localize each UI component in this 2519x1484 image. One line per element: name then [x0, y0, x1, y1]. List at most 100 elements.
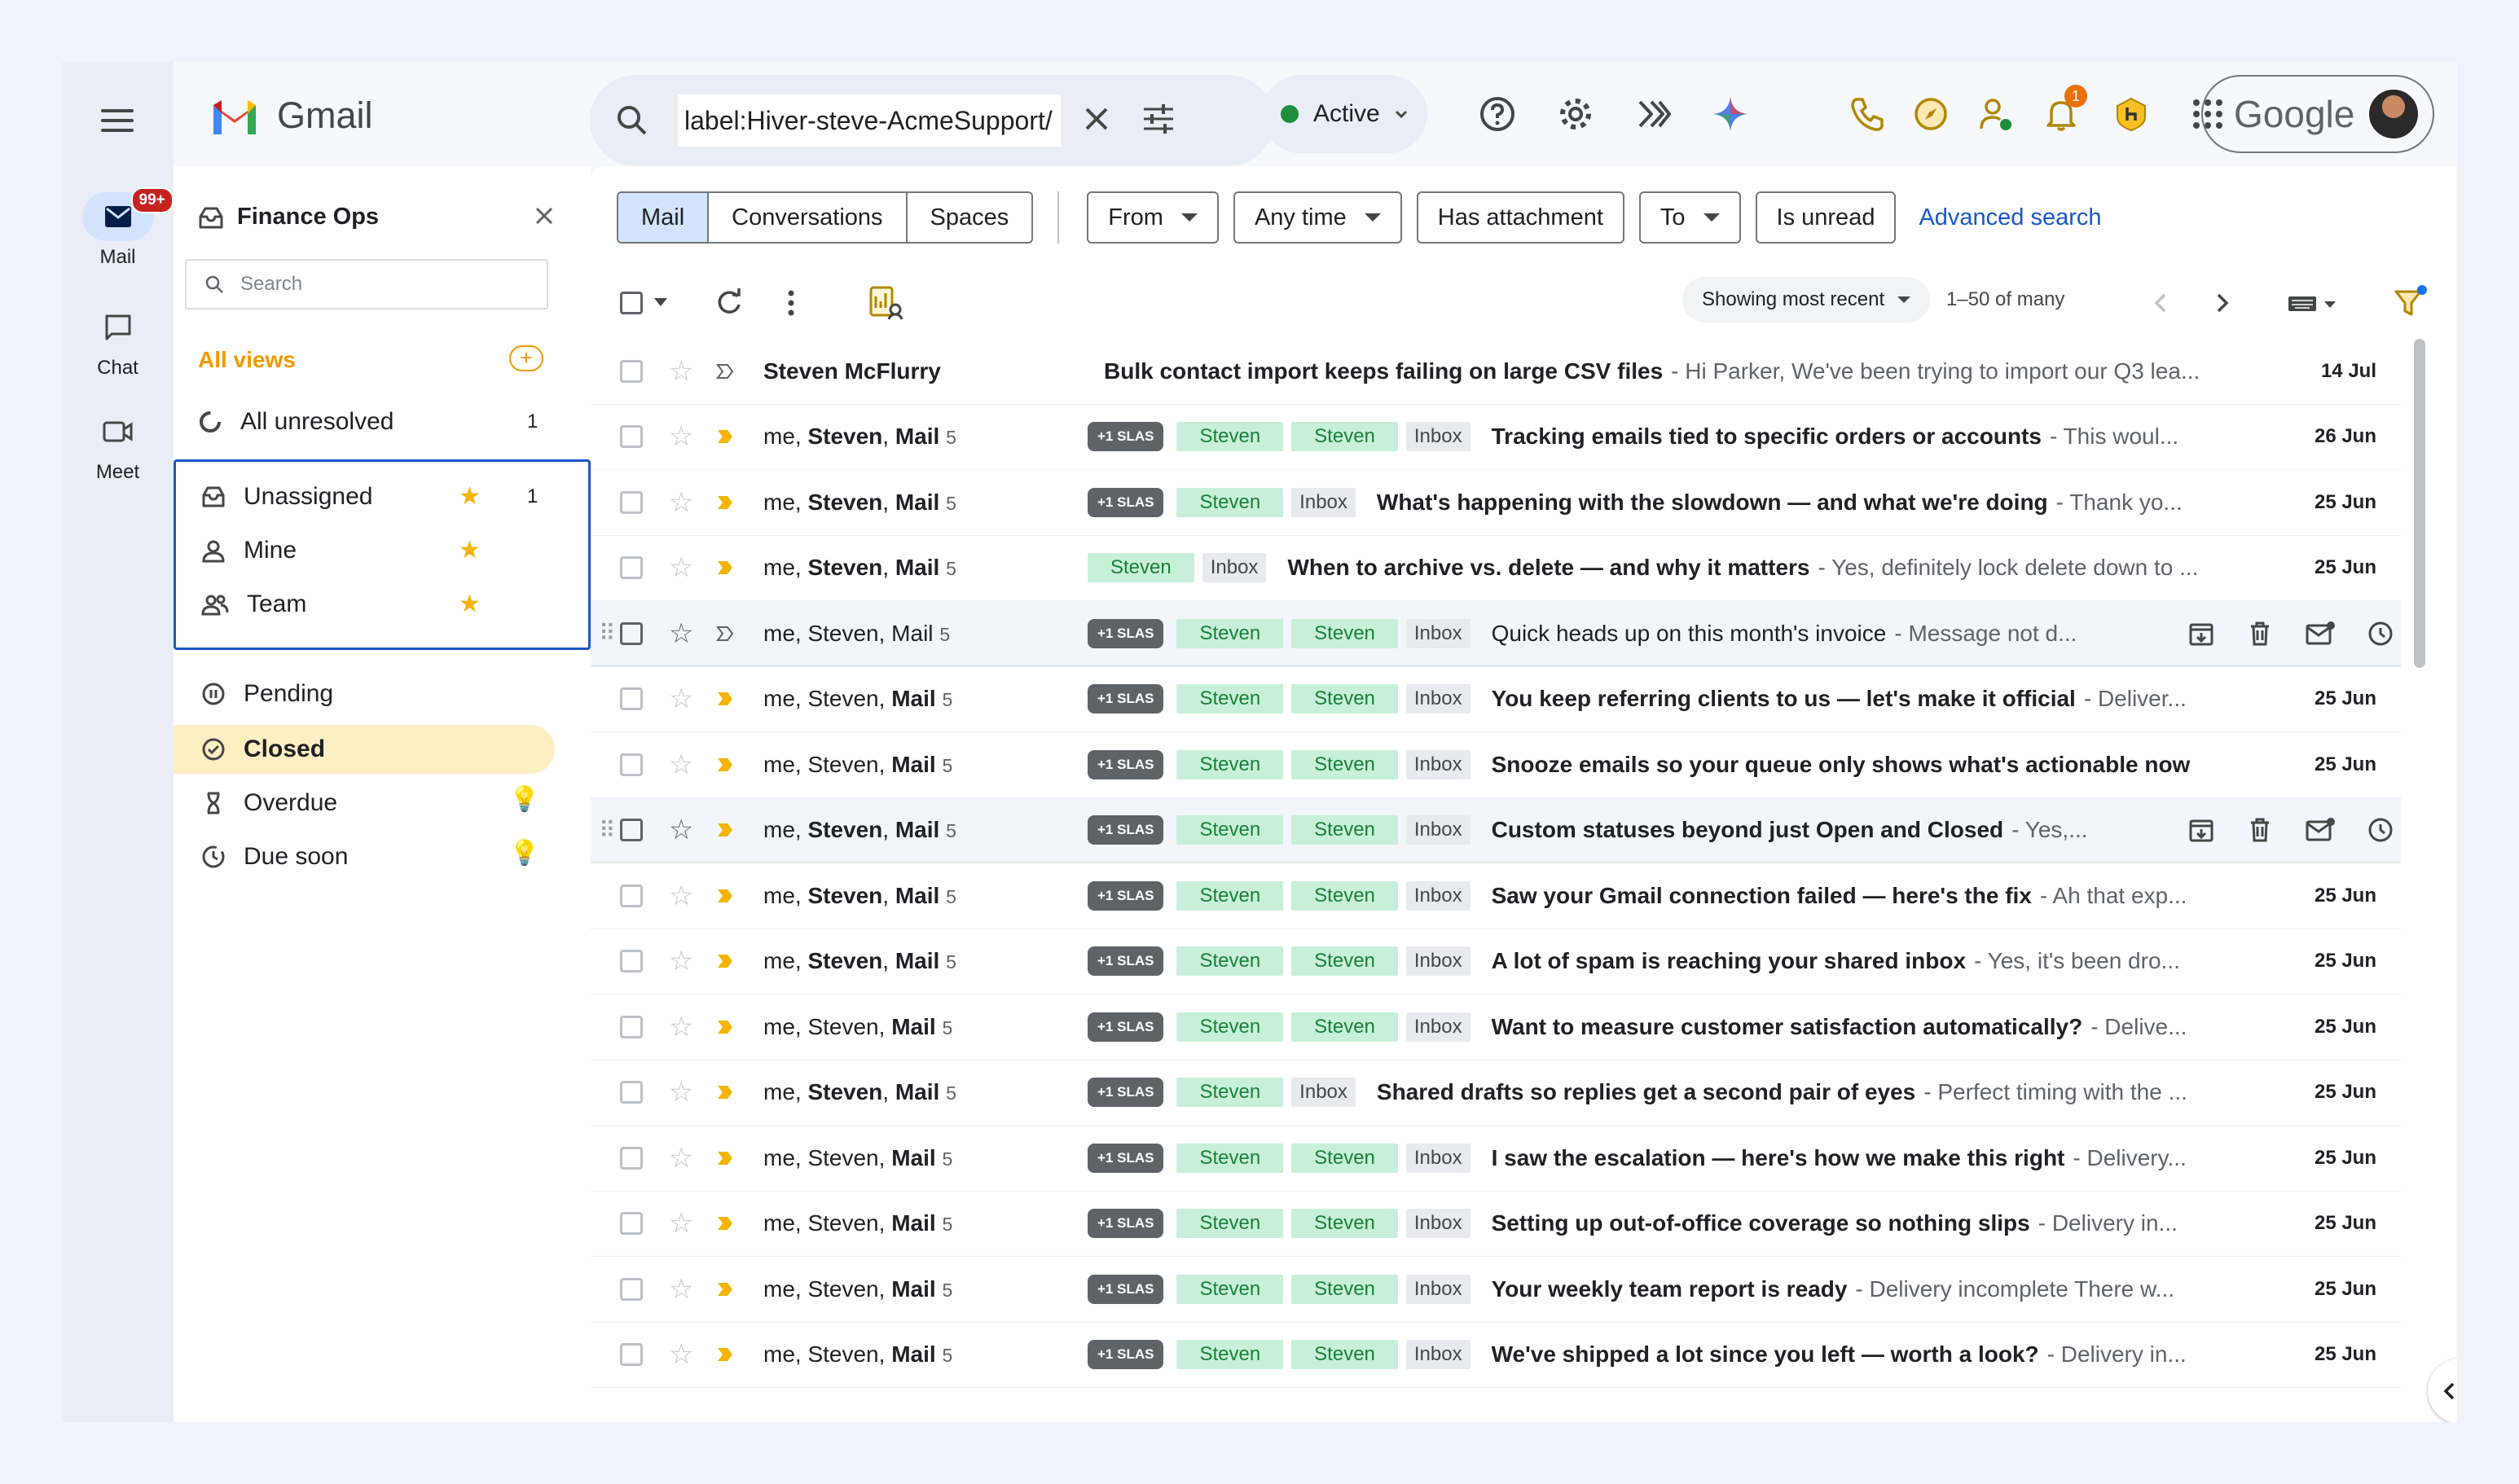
- sla-badge[interactable]: +1 SLAS: [1088, 1209, 1164, 1239]
- clear-search-icon[interactable]: [1080, 103, 1113, 135]
- gemini-sparkle-icon[interactable]: [1711, 94, 1750, 134]
- inbox-label[interactable]: Inbox: [1405, 1209, 1471, 1239]
- assignee-label[interactable]: Steven: [1176, 880, 1284, 911]
- star-icon[interactable]: ☆: [669, 617, 693, 650]
- assignee-label[interactable]: Steven: [1176, 1340, 1284, 1370]
- scope-mail[interactable]: Mail: [618, 193, 710, 242]
- main-menu-icon[interactable]: [98, 103, 137, 135]
- sla-badge[interactable]: +1 SLAS: [1088, 1012, 1164, 1042]
- drag-handle-icon[interactable]: ⠿: [599, 817, 615, 844]
- star-icon[interactable]: ☆: [669, 420, 693, 453]
- settings-gear-icon[interactable]: [1556, 94, 1595, 134]
- row-checkbox[interactable]: [620, 1146, 643, 1170]
- refresh-icon[interactable]: [713, 287, 745, 319]
- sla-badge[interactable]: +1 SLAS: [1088, 487, 1164, 517]
- assignee-label[interactable]: Steven: [1176, 815, 1284, 845]
- row-checkbox[interactable]: [620, 884, 643, 907]
- row-checkbox[interactable]: [620, 359, 643, 383]
- row-checkbox[interactable]: [620, 1081, 643, 1104]
- important-marker-icon[interactable]: [716, 1019, 734, 1035]
- assignee-label[interactable]: Steven: [1176, 1209, 1284, 1239]
- integrations-icon[interactable]: [1634, 94, 1673, 134]
- assignee-label[interactable]: Steven: [1291, 815, 1398, 845]
- assignee-label[interactable]: Steven: [1291, 618, 1398, 648]
- filter-to[interactable]: To: [1638, 191, 1741, 244]
- assignee-label[interactable]: Steven: [1176, 684, 1284, 714]
- row-checkbox[interactable]: [620, 950, 643, 973]
- email-row[interactable]: ☆ me, Steven, Mail 5 +1 SLAS Steven Steven In…: [591, 1126, 2401, 1192]
- star-icon[interactable]: ☆: [669, 945, 693, 977]
- row-checkbox[interactable]: [620, 1015, 643, 1038]
- assignee-label[interactable]: Steven: [1291, 880, 1398, 911]
- close-icon[interactable]: [532, 204, 556, 228]
- snooze-clock-icon[interactable]: [2367, 816, 2394, 844]
- inbox-label[interactable]: Inbox: [1405, 815, 1471, 845]
- drag-handle-icon[interactable]: ⠿: [599, 620, 615, 647]
- mark-read-mail-icon[interactable]: [2305, 816, 2336, 844]
- rail-chat[interactable]: Chat: [62, 303, 174, 380]
- scope-conversations[interactable]: Conversations: [709, 193, 908, 242]
- star-icon[interactable]: ☆: [669, 814, 693, 846]
- assign-report-icon[interactable]: [868, 285, 903, 321]
- inbox-label[interactable]: Inbox: [1291, 1078, 1356, 1108]
- panel-search-field[interactable]: Search: [185, 259, 548, 310]
- assignee-label[interactable]: Steven: [1176, 1274, 1284, 1304]
- gmail-logo[interactable]: Gmail: [210, 94, 373, 137]
- compass-icon[interactable]: [1911, 94, 1950, 134]
- inbox-label[interactable]: Inbox: [1405, 422, 1471, 452]
- view-all-unresolved[interactable]: All unresolved 1: [198, 399, 538, 445]
- important-marker-icon[interactable]: [716, 757, 734, 773]
- important-marker-icon[interactable]: [716, 363, 734, 380]
- assignee-label[interactable]: Steven: [1291, 1012, 1398, 1042]
- filter-is-unread[interactable]: Is unread: [1755, 191, 1897, 244]
- contact-status-icon[interactable]: [1976, 94, 2016, 134]
- add-view-button[interactable]: +: [509, 345, 543, 371]
- help-icon[interactable]: [1478, 94, 1517, 134]
- important-marker-icon[interactable]: [716, 822, 734, 838]
- all-views-heading[interactable]: All views: [198, 347, 296, 373]
- filter-from[interactable]: From: [1087, 191, 1219, 244]
- input-tools-keyboard-icon[interactable]: [2287, 293, 2339, 314]
- email-row[interactable]: ⠿ ☆ me, Steven, Mail 5 +1 SLAS Steven Steven I…: [591, 797, 2401, 863]
- phone-icon[interactable]: [1848, 94, 1887, 134]
- sla-badge[interactable]: +1 SLAS: [1088, 422, 1164, 452]
- favorite-star-icon[interactable]: ★: [459, 536, 481, 564]
- star-icon[interactable]: ☆: [669, 1338, 693, 1371]
- sla-badge[interactable]: +1 SLAS: [1088, 1143, 1164, 1173]
- next-page-icon[interactable]: [2212, 290, 2231, 316]
- row-checkbox[interactable]: [620, 753, 643, 776]
- sla-badge[interactable]: +1 SLAS: [1088, 1078, 1164, 1108]
- view-due-soon[interactable]: Due soon: [201, 834, 348, 880]
- view-team[interactable]: Team: [201, 582, 306, 627]
- inbox-label[interactable]: Inbox: [1405, 1274, 1471, 1304]
- mark-read-mail-icon[interactable]: [2305, 620, 2336, 648]
- important-marker-icon[interactable]: [716, 494, 734, 511]
- assignee-label[interactable]: Steven: [1176, 487, 1284, 517]
- inbox-label[interactable]: Inbox: [1202, 553, 1267, 583]
- email-row[interactable]: ☆ me, Steven, Mail 5 +1 SLAS Steven Inbox Sha…: [591, 1060, 2401, 1126]
- star-icon[interactable]: ☆: [669, 749, 693, 781]
- search-input[interactable]: [678, 94, 1061, 147]
- star-icon[interactable]: ☆: [669, 551, 693, 584]
- advanced-search-link[interactable]: Advanced search: [1919, 204, 2101, 231]
- inbox-label[interactable]: Inbox: [1405, 946, 1471, 977]
- snooze-clock-icon[interactable]: [2367, 620, 2394, 648]
- assignee-label[interactable]: Steven: [1176, 422, 1284, 452]
- inbox-label[interactable]: Inbox: [1405, 880, 1471, 911]
- star-icon[interactable]: ☆: [669, 1273, 693, 1306]
- rail-meet[interactable]: Meet: [62, 407, 174, 484]
- row-checkbox[interactable]: [620, 1277, 643, 1301]
- favorite-star-icon[interactable]: ★: [459, 482, 481, 511]
- email-row[interactable]: ☆ me, Steven, Mail 5 +1 SLAS Steven Steven In…: [591, 1192, 2401, 1257]
- assignee-label[interactable]: Steven: [1291, 1340, 1398, 1370]
- sla-badge[interactable]: +1 SLAS: [1088, 1274, 1164, 1304]
- filter-has-attachment[interactable]: Has attachment: [1416, 191, 1624, 244]
- scrollbar-thumb[interactable]: [2414, 339, 2425, 668]
- sla-badge[interactable]: +1 SLAS: [1088, 946, 1164, 977]
- star-icon[interactable]: ☆: [669, 486, 693, 519]
- important-marker-icon[interactable]: [716, 428, 734, 445]
- important-marker-icon[interactable]: [716, 691, 734, 707]
- delete-trash-icon[interactable]: [2246, 816, 2274, 844]
- row-checkbox[interactable]: [620, 819, 643, 842]
- email-row[interactable]: ☆ me, Steven, Mail 5 Steven Inbox When to ar…: [591, 536, 2401, 601]
